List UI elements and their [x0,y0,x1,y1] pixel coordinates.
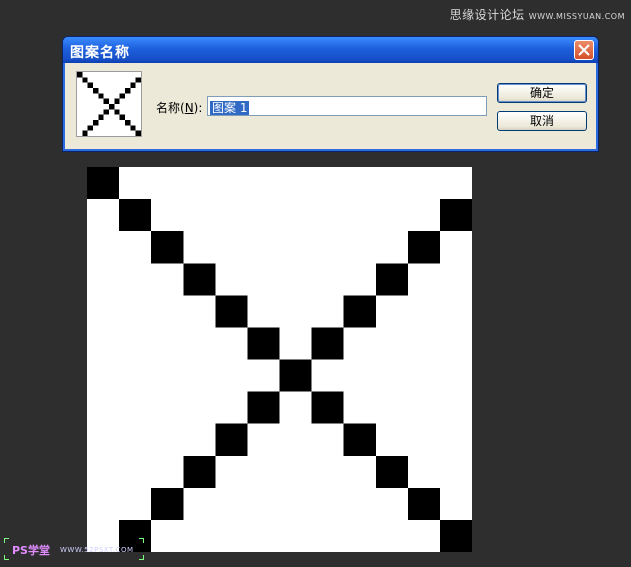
pattern-cell [215,295,248,328]
pattern-cell [103,98,109,104]
pattern-cell [343,295,376,328]
pattern-cell [247,391,280,424]
watermark-corner [4,538,9,543]
name-label-pre: 名称( [156,101,185,115]
pattern-cell [93,120,99,126]
pattern-cell [135,130,141,136]
ok-button[interactable]: 确定 [497,83,587,103]
pattern-cell [311,391,344,424]
pattern-cell [407,487,440,520]
pattern-cell [439,519,472,552]
pattern-thumbnail [76,71,142,137]
name-label: 名称(N): [156,99,202,116]
watermark-site: WWW.52PSXT.COM [60,546,134,554]
pattern-cell [87,167,120,200]
name-input[interactable]: 图案 1 [207,96,487,116]
name-label-post: ): [193,101,203,115]
pattern-cell [130,82,136,88]
watermark-top-text: 思缘设计论坛 [449,8,525,22]
watermark-corner [139,538,144,543]
pattern-cell [87,82,93,88]
pattern-cell [215,423,248,456]
watermark-corner [139,555,144,560]
pattern-cell [125,120,131,126]
cancel-button[interactable]: 取消 [497,111,587,131]
dialog-client: 名称(N): 图案 1 确定 取消 [66,63,595,148]
pattern-cell [407,231,440,264]
name-input-selected-text: 图案 1 [210,101,250,115]
pattern-cell [375,455,408,488]
pattern-cell [151,487,184,520]
pattern-cell [98,93,104,99]
pattern-cell [183,263,216,296]
watermark-brand: PS学堂 [12,544,50,557]
pattern-cell [87,125,93,131]
pattern-cell [77,72,83,78]
pattern-cell [311,327,344,360]
pattern-cell [114,98,120,104]
pattern-cell [151,231,184,264]
pattern-cell [279,359,312,392]
pattern-cell [439,199,472,232]
dialog-titlebar[interactable]: 图案名称 [63,37,598,63]
watermark-top: 思缘设计论坛 WWW.MISSYUAN.COM [450,6,625,23]
pattern-cell [93,88,99,94]
pattern-cell [114,109,120,115]
pattern-canvas-image [87,167,472,552]
watermark-bottom: PS学堂 WWW.52PSXT.COM [4,538,144,560]
pattern-cell [183,455,216,488]
close-button[interactable] [574,40,594,60]
pattern-thumbnail-image [77,72,141,136]
dialog-title: 图案名称 [70,45,130,61]
pattern-canvas [87,167,472,552]
pattern-cell [119,93,125,99]
pattern-name-dialog: 图案名称 名称(N): 图案 1 确定 取消 [62,36,599,152]
pattern-cell [82,77,88,83]
pattern-cell [135,77,141,83]
pattern-cell [103,109,109,115]
pattern-cell [109,104,115,110]
pattern-cell [82,130,88,136]
watermark-top-site: WWW.MISSYUAN.COM [528,12,625,21]
pattern-cell [119,199,152,232]
pattern-cell [343,423,376,456]
pattern-cell [247,327,280,360]
pattern-cell [125,88,131,94]
pattern-cell [375,263,408,296]
pattern-cell [119,114,125,120]
close-icon [578,44,590,56]
watermark-corner [4,555,9,560]
name-label-accelerator: N [184,101,194,115]
pattern-cell [98,114,104,120]
pattern-cell [130,125,136,131]
